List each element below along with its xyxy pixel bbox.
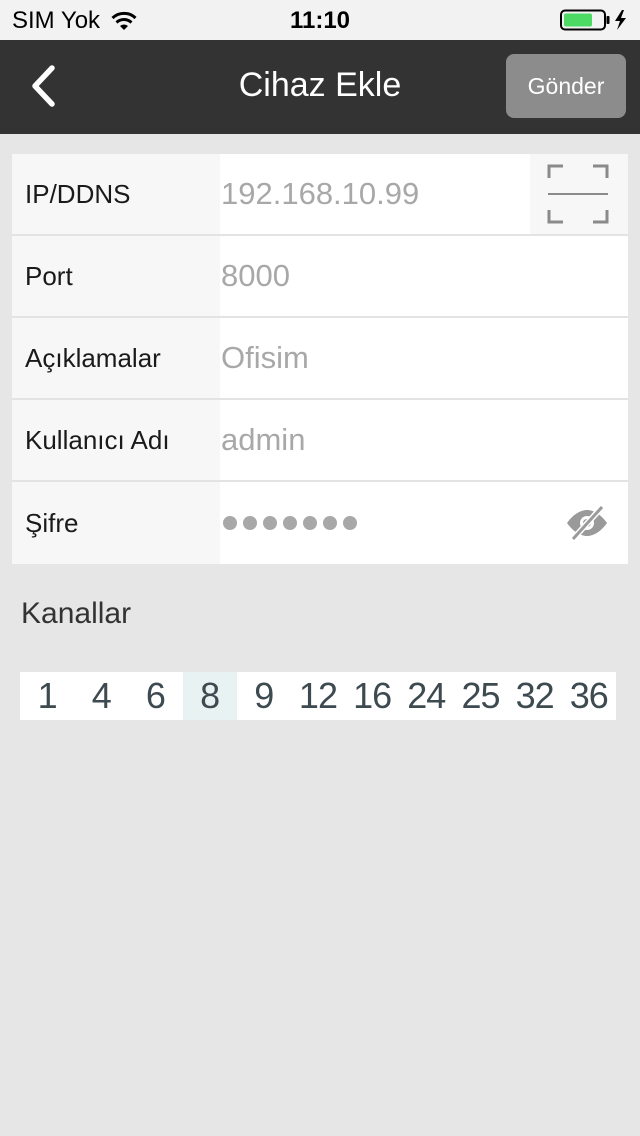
username-label: Kullanıcı Adı: [25, 424, 170, 455]
channel-option[interactable]: 32: [508, 672, 562, 720]
ip-ddns-row: IP/DDNS: [12, 154, 628, 236]
toggle-password-visibility-button[interactable]: [564, 504, 610, 542]
qr-scan-icon: [547, 164, 609, 224]
channel-option[interactable]: 16: [345, 672, 399, 720]
username-input[interactable]: [221, 400, 531, 480]
password-mask-dot: [283, 516, 297, 530]
username-row: Kullanıcı Adı: [12, 400, 628, 482]
nav-bar: Cihaz Ekle Gönder: [0, 40, 640, 134]
channel-option[interactable]: 24: [399, 672, 453, 720]
password-mask-dot: [263, 516, 277, 530]
password-mask-dot: [243, 516, 257, 530]
password-mask-dot: [303, 516, 317, 530]
channel-selector: 1 4 6 8 9 12 16 24 25 32 36: [20, 672, 616, 720]
channel-option[interactable]: 36: [562, 672, 616, 720]
description-row: Açıklamalar: [12, 318, 628, 400]
channel-option[interactable]: 8: [182, 672, 237, 720]
status-bar: SIM Yok 11:10: [0, 0, 640, 40]
eye-off-icon: [567, 504, 607, 542]
ip-ddns-label: IP/DDNS: [25, 178, 131, 209]
password-mask-dot: [323, 516, 337, 530]
port-input[interactable]: [221, 236, 531, 316]
description-input[interactable]: [221, 318, 531, 398]
channel-option[interactable]: 4: [74, 672, 128, 720]
device-form: IP/DDNS Port Açıklamalar Kullanıcı Adı: [12, 154, 628, 564]
channel-option[interactable]: 25: [453, 672, 507, 720]
password-input[interactable]: [223, 482, 357, 564]
password-mask-dot: [343, 516, 357, 530]
channel-option[interactable]: 12: [291, 672, 345, 720]
battery-charging-icon: [560, 9, 626, 31]
ip-ddns-input[interactable]: [221, 154, 531, 234]
password-mask-dot: [223, 516, 237, 530]
send-button[interactable]: Gönder: [506, 54, 626, 118]
description-label: Açıklamalar: [25, 342, 161, 373]
channels-title: Kanallar: [21, 597, 132, 630]
status-time: 11:10: [289, 7, 351, 34]
password-label: Şifre: [25, 507, 79, 538]
port-label: Port: [25, 260, 73, 291]
password-row: Şifre: [12, 482, 628, 564]
channel-option[interactable]: 9: [237, 672, 291, 720]
channel-option[interactable]: 6: [128, 672, 182, 720]
channel-option[interactable]: 1: [20, 672, 74, 720]
port-row: Port: [12, 236, 628, 318]
scan-button[interactable]: [530, 154, 628, 234]
